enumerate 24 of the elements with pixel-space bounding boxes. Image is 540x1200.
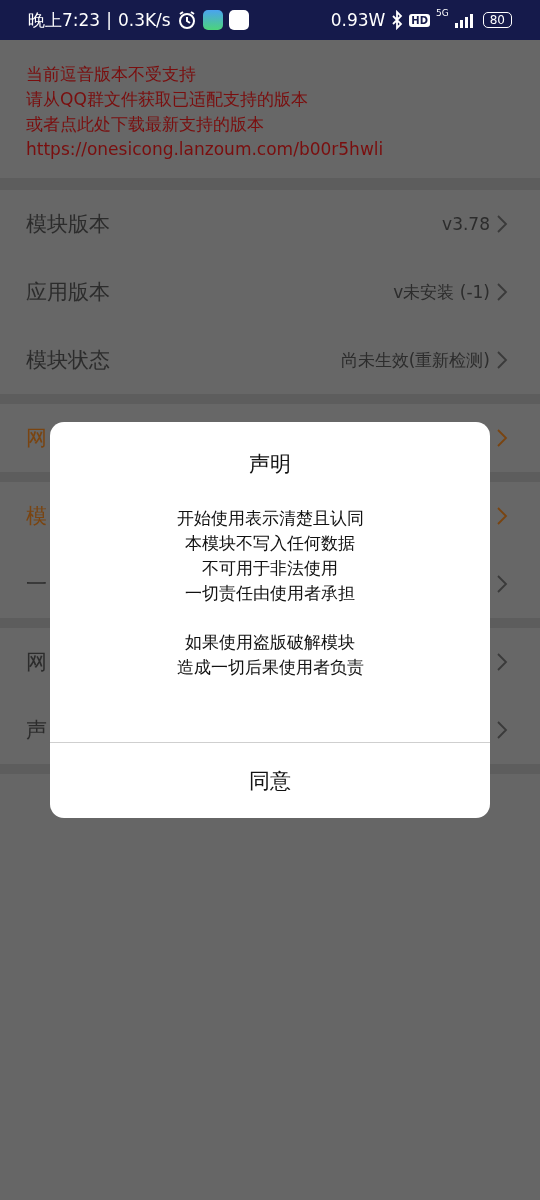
- notice-text: 请从QQ群文件获取已适配支持的版本: [26, 88, 309, 111]
- row-label: 模块状态: [26, 347, 110, 374]
- dialog-title: 声明: [248, 451, 292, 478]
- hd-badge: HD: [409, 13, 430, 27]
- network-speed: 0.3K/s: [117, 10, 171, 30]
- separator: |: [106, 10, 112, 30]
- row-label: 网: [26, 649, 47, 676]
- row-label: 模块版本: [26, 211, 110, 238]
- network-type: 5G: [436, 8, 449, 18]
- row-label: 声: [26, 717, 47, 744]
- row-label: 一: [26, 571, 47, 598]
- row-value: 尚未生效(重新检测): [340, 348, 490, 372]
- notice-text: 当前逗音版本不受支持: [26, 63, 197, 86]
- clock: 晚上7:23: [28, 8, 101, 32]
- notice-text: 或者点此处下载最新支持的版本: [26, 113, 265, 136]
- dialog-text: 如果使用盗版破解模块 造成一切后果使用者负责: [176, 631, 364, 679]
- row-value: v未安装 (-1): [393, 280, 490, 304]
- row-label: 模: [26, 503, 47, 530]
- row-value: v3.78: [442, 214, 490, 234]
- power-reading: 0.93W: [330, 10, 386, 30]
- dialog-text: 开始使用表示清楚且认同 本模块不写入任何数据 不可用于非法使用 一切责任由使用者承担: [176, 507, 364, 605]
- row-label: 网: [26, 425, 47, 452]
- battery-indicator: 80: [482, 12, 512, 28]
- row-label: 应用版本: [26, 279, 110, 306]
